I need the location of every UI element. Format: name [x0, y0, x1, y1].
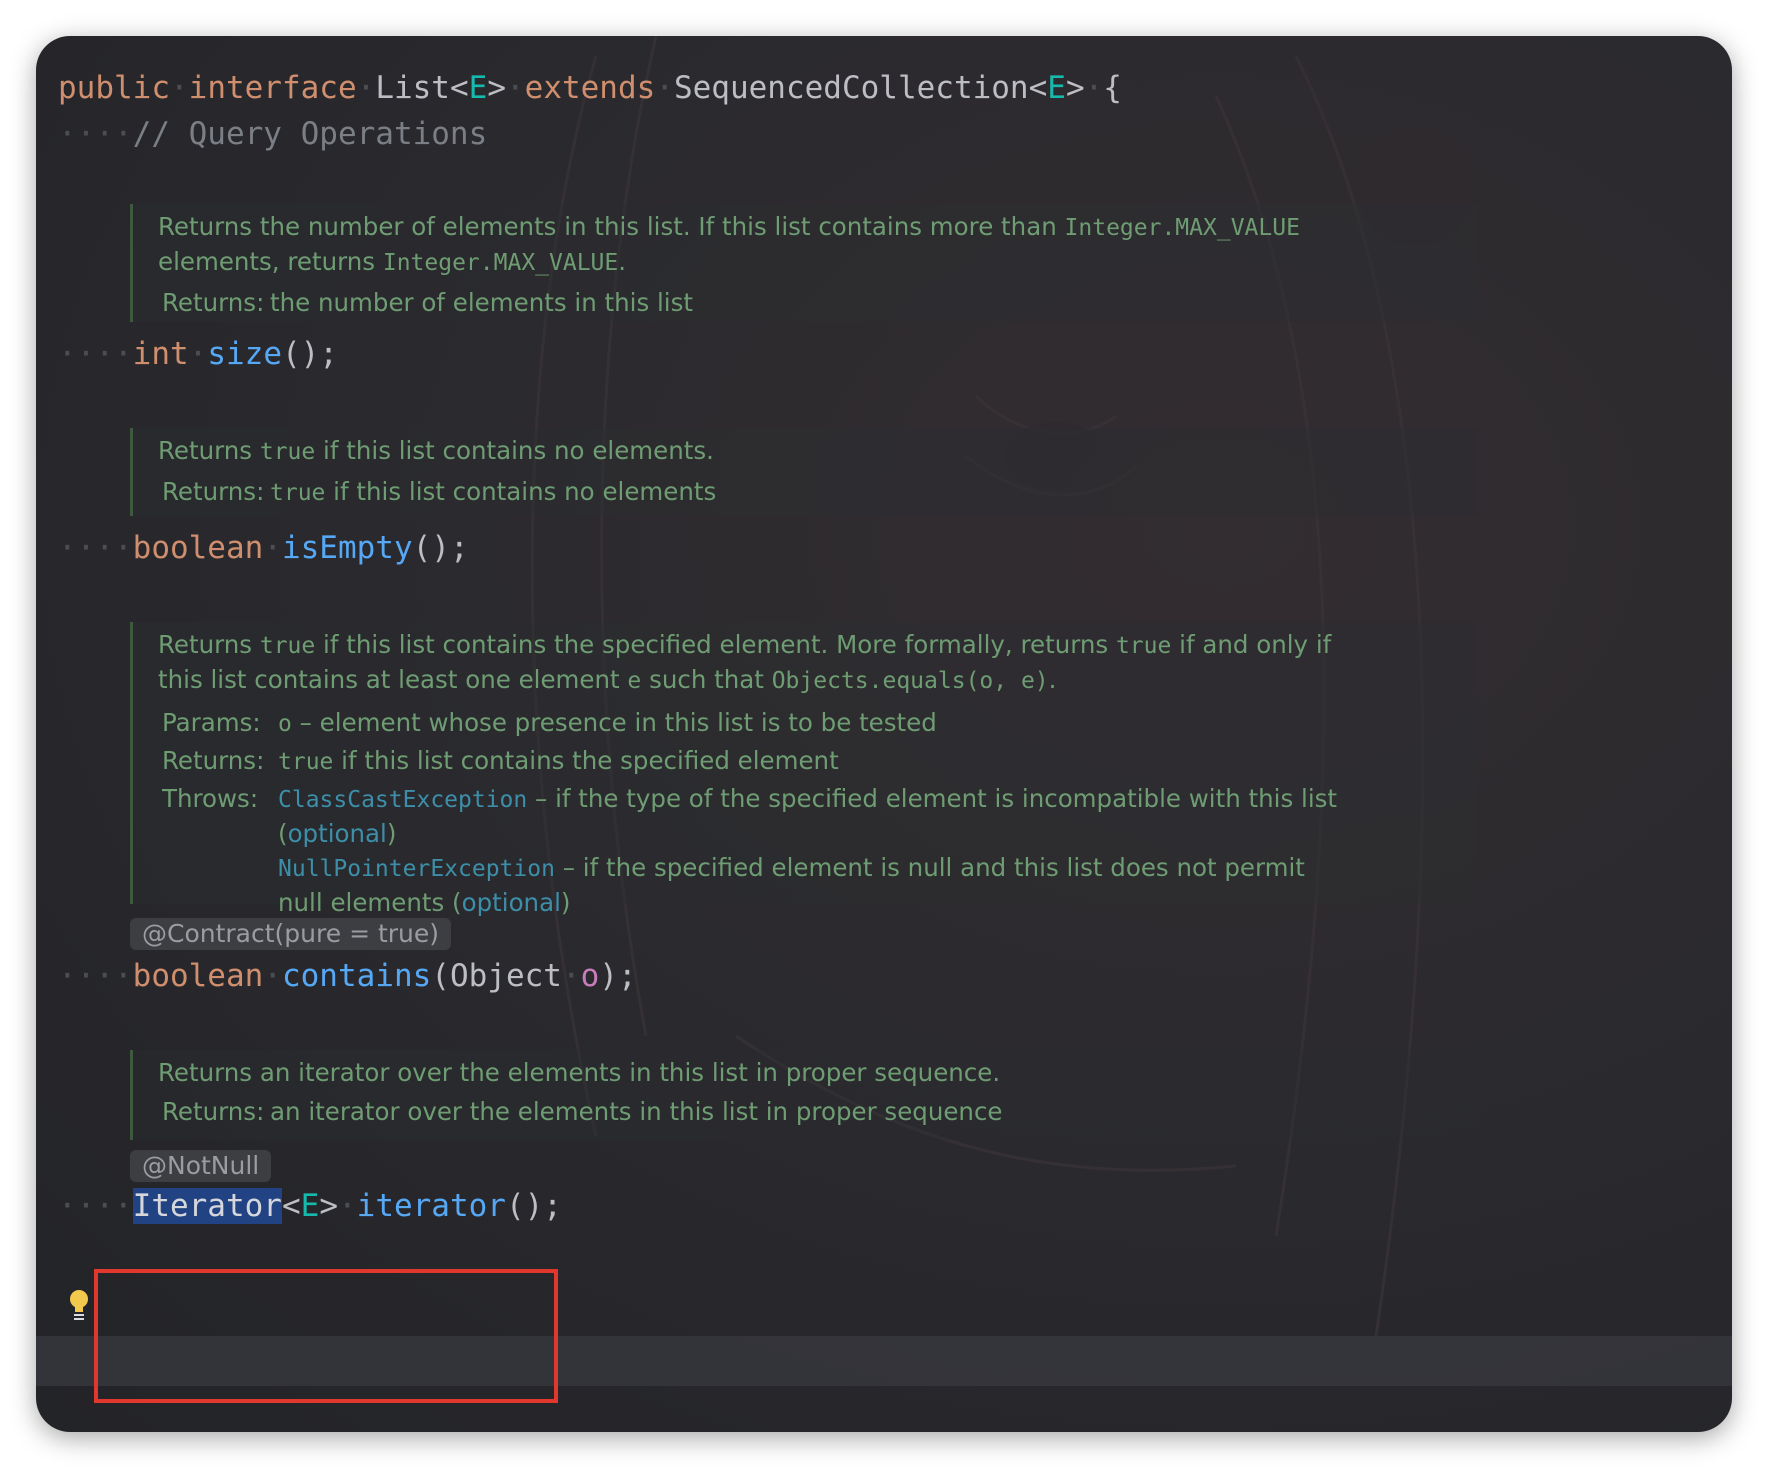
isempty-doc-description: Returns true if this list contains no el… [158, 436, 714, 465]
red-highlight-box [94, 1269, 558, 1403]
size-doc-returns: Returns: the number of elements in this l… [162, 288, 693, 317]
interface-declaration-line: public·interface·List<E>·extends·Sequenc… [58, 70, 1122, 106]
notnull-annotation[interactable]: @NotNull [130, 1150, 272, 1182]
size-doc-description: Returns the number of elements in this l… [158, 212, 1300, 276]
size-method-signature: ····int·size(); [58, 336, 338, 372]
contains-doc-description: Returns true if this list contains the s… [158, 630, 1332, 694]
contains-doc-params: Params: o – element whose presence in thi… [162, 708, 937, 737]
code-editor[interactable]: public·interface·List<E>·extends·Sequenc… [36, 36, 1732, 1432]
iterator-doc-returns: Returns: an iterator over the elements in… [162, 1097, 1003, 1126]
isempty-doc-block[interactable]: Returns true if this list contains no el… [130, 428, 1478, 516]
size-doc-block[interactable]: Returns the number of elements in this l… [130, 204, 1478, 322]
iterator-doc-block[interactable]: Returns an iterator over the elements in… [130, 1050, 1478, 1140]
contract-annotation[interactable]: @Contract(pure = true) [130, 918, 452, 950]
lightbulb-icon[interactable] [68, 1288, 90, 1322]
isempty-doc-returns: Returns: true if this list contains no el… [162, 477, 717, 506]
contains-doc-throws: Throws: ClassCastException – if the type… [162, 784, 1337, 917]
nullpointerexception-link[interactable]: NullPointerException [278, 856, 555, 882]
contains-doc-block[interactable]: Returns true if this list contains the s… [130, 622, 1478, 917]
query-operations-comment: ····// Query Operations [58, 116, 488, 152]
optional-link-1[interactable]: optional [288, 819, 387, 848]
iterator-method-signature: ····Iterator<E>·iterator(); [58, 1188, 562, 1224]
optional-link-2[interactable]: optional [462, 888, 561, 917]
editor-window: public·interface·List<E>·extends·Sequenc… [36, 36, 1732, 1432]
contains-method-signature: ····boolean·contains(Object·o); [58, 958, 637, 994]
classcastexception-link[interactable]: ClassCastException [278, 787, 527, 813]
contains-doc-returns: Returns: true if this list contains the s… [162, 746, 839, 775]
isempty-method-signature: ····boolean·isEmpty(); [58, 530, 469, 566]
iterator-doc-description: Returns an iterator over the elements in… [158, 1058, 1001, 1087]
selected-type-iterator[interactable]: Iterator [132, 1188, 282, 1224]
